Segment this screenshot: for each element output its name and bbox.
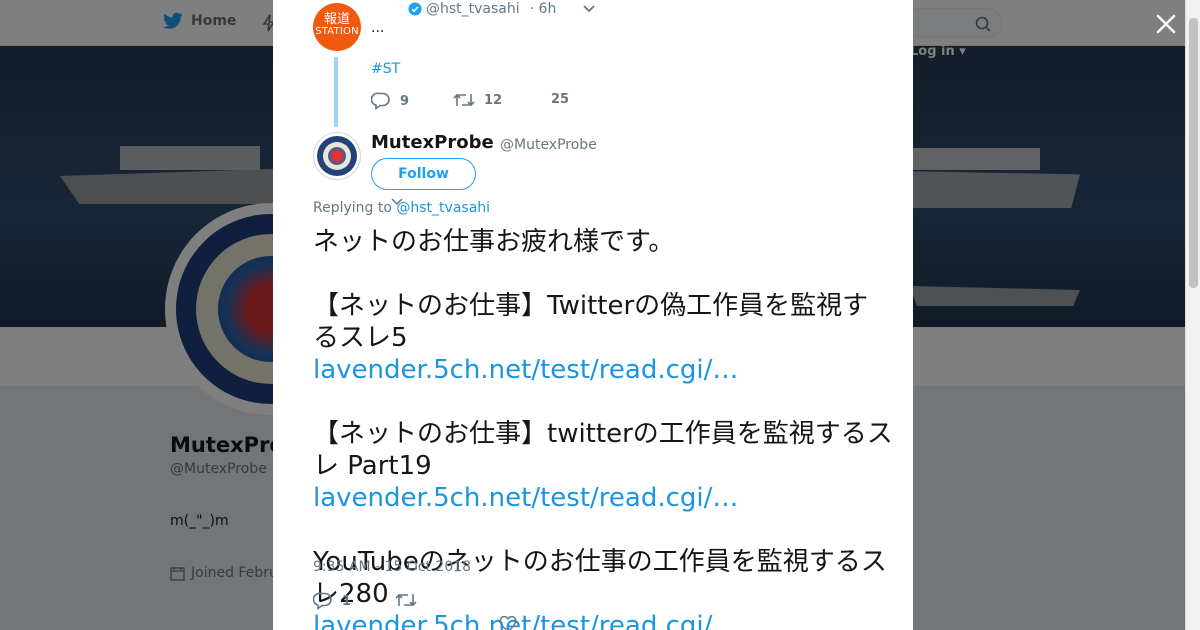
replying-to-link[interactable]: @hst_tvasahi xyxy=(396,200,490,216)
follow-button[interactable]: Follow xyxy=(371,158,476,190)
tweet-line: 【ネットのお仕事】twitterの工作員を監視するスレ Part19 xyxy=(313,419,893,481)
tweet-link[interactable]: lavender.5ch.net/test/read.cgi/… xyxy=(313,354,893,386)
parent-handle[interactable]: @hst_tvasahi xyxy=(426,1,520,17)
reply-icon xyxy=(371,92,390,110)
chevron-down-icon[interactable] xyxy=(582,4,596,14)
reply-icon xyxy=(313,592,332,610)
replying-to: Replying to @hst_tvasahi xyxy=(313,200,491,216)
reply-avatar[interactable] xyxy=(313,132,361,180)
retweet-count: 12 xyxy=(484,92,503,108)
tweet-link[interactable]: lavender.5ch.net/test/read.cgi/… xyxy=(313,482,893,514)
like-action[interactable] xyxy=(499,616,517,630)
reply-count: 9 xyxy=(400,93,410,109)
parent-avatar[interactable]: 報道 STATION xyxy=(313,3,361,51)
reply-tweet-actions: 1 xyxy=(313,592,613,630)
verified-badge-icon xyxy=(408,2,422,16)
like-action[interactable]: 25 xyxy=(551,92,569,107)
reply-action[interactable]: 1 xyxy=(313,592,351,610)
retweet-action[interactable] xyxy=(395,592,417,608)
page-scrollbar[interactable] xyxy=(1185,0,1200,630)
thread-line xyxy=(334,57,338,127)
reply-author-name[interactable]: MutexProbe xyxy=(371,132,494,153)
hashtag-link[interactable]: #ST xyxy=(371,61,400,77)
tweet-line: 【ネットのお仕事】Twitterの偽工作員を監視するスレ5 xyxy=(313,291,869,353)
retweet-icon xyxy=(395,593,417,607)
tweet-timestamp[interactable]: 9:35 AM - 15 Oct 2018 xyxy=(313,559,471,575)
close-icon[interactable] xyxy=(1152,10,1180,38)
reply-author-handle[interactable]: @MutexProbe xyxy=(500,137,597,153)
reply-count: 1 xyxy=(342,593,352,609)
tweet-line: ネットのお仕事お疲れ様です。 xyxy=(313,227,675,257)
retweet-icon xyxy=(453,93,475,107)
parent-tweet-text: ... xyxy=(371,20,385,36)
parent-tweet-actions: 9 12 25 xyxy=(371,92,601,112)
parent-age[interactable]: · 6h xyxy=(530,1,557,17)
like-count: 25 xyxy=(551,92,570,107)
retweet-action[interactable]: 12 xyxy=(453,92,502,108)
tweet-modal: 報道 STATION @hst_tvasahi · 6h ... #ST 9 1… xyxy=(273,0,913,630)
parent-tweet-header: @hst_tvasahi · 6h xyxy=(408,1,596,17)
reply-action[interactable]: 9 xyxy=(371,92,409,110)
heart-icon xyxy=(499,616,517,630)
